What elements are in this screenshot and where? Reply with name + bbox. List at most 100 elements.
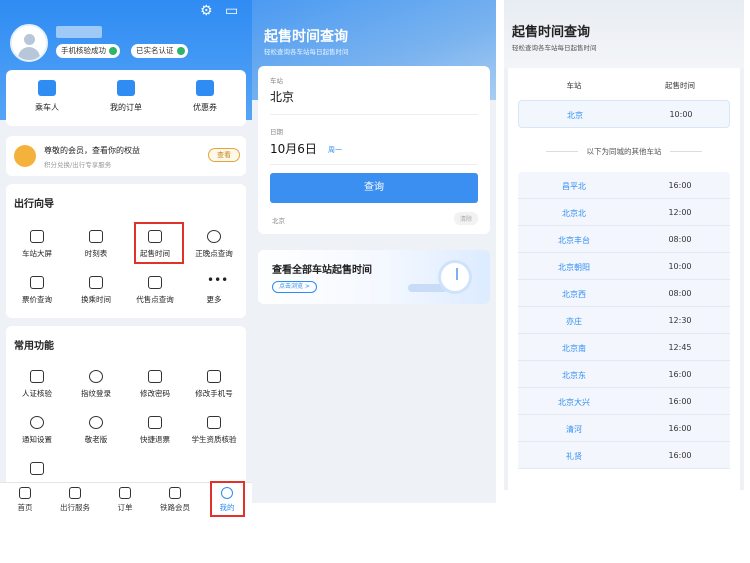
func-id-verify[interactable]: 人证核验 xyxy=(8,370,66,399)
station-name: 北京南 xyxy=(562,344,586,353)
func-notifications[interactable]: 通知设置 xyxy=(8,416,66,445)
func-student-verify[interactable]: 学生资质核验 xyxy=(185,416,243,445)
guide-delay-query[interactable]: 正晚点查询 xyxy=(185,230,243,259)
username-redacted xyxy=(56,26,102,38)
history-station[interactable]: 北京 xyxy=(272,215,285,225)
agency-icon xyxy=(148,276,162,289)
coupon-icon xyxy=(196,80,214,96)
section-title: 常用功能 xyxy=(14,341,54,352)
table-row: 北京朝阳 10:00 xyxy=(518,253,730,280)
date-label: 日期 xyxy=(270,128,283,136)
realname-verified-badge: 已实名认证 xyxy=(131,44,188,58)
refund-icon xyxy=(148,416,162,429)
func-elderly-mode[interactable]: 敬老版 xyxy=(67,416,125,445)
member-benefit-card[interactable]: 尊敬的会员，查看你的权益 积分兑换/出行专享服务 查看 xyxy=(6,136,246,176)
sale-time: 12:00 xyxy=(668,208,692,217)
func-quick-refund[interactable]: 快捷退票 xyxy=(126,416,184,445)
station-name: 礼贤 xyxy=(566,452,582,461)
tab-railway-member[interactable]: 铁路会员 xyxy=(150,487,200,513)
quick-coupons[interactable]: 优惠券 xyxy=(170,80,240,113)
highlight-box xyxy=(134,222,184,264)
message-icon[interactable]: ▭ xyxy=(225,4,238,18)
bottom-tab-bar: 首页 出行服务 订单 铁路会员 我的 xyxy=(0,481,252,520)
gear-icon[interactable]: ⚙ xyxy=(200,4,213,18)
sale-time: 16:00 xyxy=(668,451,692,460)
travel-guide-card: 出行向导 车站大屏 时刻表 起售时间 正晚点查询 票价查询 换乘时间 代售点查询… xyxy=(6,184,246,318)
clear-history-button[interactable]: 清除 xyxy=(453,212,478,225)
same-city-divider: 以下为同城的其他车站 xyxy=(508,146,740,157)
page-title: 起售时间查询 xyxy=(264,29,348,45)
member-title: 尊敬的会员，查看你的权益 xyxy=(44,146,140,155)
check-icon xyxy=(176,47,185,55)
divider xyxy=(270,164,478,165)
primary-station-row: 北京 10:00 xyxy=(518,100,730,128)
my-page-panel: 手机核验成功 已实名认证 ⚙ ▭ 乘车人 我的订单 优惠券 尊敬的会员，查看你的… xyxy=(0,0,252,520)
common-functions-card: 常用功能 人证核验 指纹登录 修改密码 修改手机号 通知设置 敬老版 快捷退票 … xyxy=(6,326,246,486)
column-header-station: 车站 xyxy=(566,81,582,90)
table-row: 北京丰台 08:00 xyxy=(518,226,730,253)
query-form: 车站 北京 日期 10月6日 周一 查询 北京 清除 xyxy=(258,66,490,234)
sale-time-result-panel: 起售时间查询 轻松查询各车站每日起售时间 车站 起售时间 北京 10:00 以下… xyxy=(504,0,744,490)
table-row: 清河 16:00 xyxy=(518,415,730,442)
all-stations-banner[interactable]: 查看全部车站起售时间 点击浏览 > xyxy=(258,250,490,304)
guide-agency-query[interactable]: 代售点查询 xyxy=(126,276,184,305)
quick-passengers[interactable]: 乘车人 xyxy=(12,80,82,113)
browse-button[interactable]: 点击浏览 > xyxy=(272,281,317,293)
divider xyxy=(270,114,478,115)
guide-more[interactable]: ••• 更多 xyxy=(185,274,243,305)
table-row: 北京东 16:00 xyxy=(518,361,730,388)
bell-icon xyxy=(30,416,44,429)
quick-access-card: 乘车人 我的订单 优惠券 xyxy=(6,70,246,126)
page-subtitle: 轻松查询各车站每日起售时间 xyxy=(264,48,349,56)
table-row: 北京西 08:00 xyxy=(518,280,730,307)
table-row: 亦庄 12:30 xyxy=(518,307,730,334)
guide-fare-query[interactable]: 票价查询 xyxy=(8,276,66,305)
page-title: 起售时间查询 xyxy=(512,25,591,40)
date-field[interactable]: 10月6日 xyxy=(270,140,317,157)
quick-orders[interactable]: 我的订单 xyxy=(91,80,161,113)
tab-travel-service[interactable]: 出行服务 xyxy=(50,487,100,513)
station-field[interactable]: 北京 xyxy=(270,88,294,105)
func-fingerprint[interactable]: 指纹登录 xyxy=(67,370,125,399)
table-row: 北京南 12:45 xyxy=(518,334,730,361)
tab-home[interactable]: 首页 xyxy=(0,487,50,513)
guide-timetable[interactable]: 时刻表 xyxy=(67,230,125,259)
sale-time: 16:00 xyxy=(668,181,692,190)
guide-station-screen[interactable]: 车站大屏 xyxy=(8,230,66,259)
query-button[interactable]: 查询 xyxy=(270,173,478,203)
fingerprint-icon xyxy=(89,370,103,383)
sale-time: 16:00 xyxy=(668,397,692,406)
func-change-password[interactable]: 修改密码 xyxy=(126,370,184,399)
passenger-icon xyxy=(38,80,56,96)
briefcase-icon xyxy=(69,487,81,499)
table-row: 北京北 12:00 xyxy=(518,199,730,226)
sale-time: 08:00 xyxy=(668,289,692,298)
station-name: 北京 xyxy=(567,111,583,120)
diamond-icon xyxy=(169,487,181,499)
station-name: 北京朝阳 xyxy=(558,263,590,272)
avatar[interactable] xyxy=(10,24,48,62)
guide-transfer-time[interactable]: 换乘时间 xyxy=(67,276,125,305)
order-icon xyxy=(117,80,135,96)
clock-icon xyxy=(207,230,221,243)
view-benefits-button[interactable]: 查看 xyxy=(208,148,240,162)
check-icon xyxy=(109,47,117,55)
table-row: 昌平北 16:00 xyxy=(518,172,730,199)
phone-icon xyxy=(207,370,221,383)
section-title: 出行向导 xyxy=(14,199,54,210)
sale-time: 10:00 xyxy=(669,110,693,119)
station-name: 清河 xyxy=(566,425,582,434)
tab-orders[interactable]: 订单 xyxy=(100,487,150,513)
result-header: 起售时间查询 轻松查询各车站每日起售时间 xyxy=(504,0,744,68)
page-subtitle: 轻松查询各车站每日起售时间 xyxy=(512,44,597,52)
func-change-phone[interactable]: 修改手机号 xyxy=(185,370,243,399)
clock-icon xyxy=(438,260,472,294)
station-name: 亦庄 xyxy=(566,317,582,326)
sale-time: 08:00 xyxy=(668,235,692,244)
station-label: 车站 xyxy=(270,77,283,85)
id-card-icon xyxy=(30,370,44,383)
diamond-icon xyxy=(14,145,36,167)
table-row: 北京大兴 16:00 xyxy=(518,388,730,415)
sale-time: 12:45 xyxy=(668,343,692,352)
func-extra[interactable] xyxy=(8,462,66,480)
